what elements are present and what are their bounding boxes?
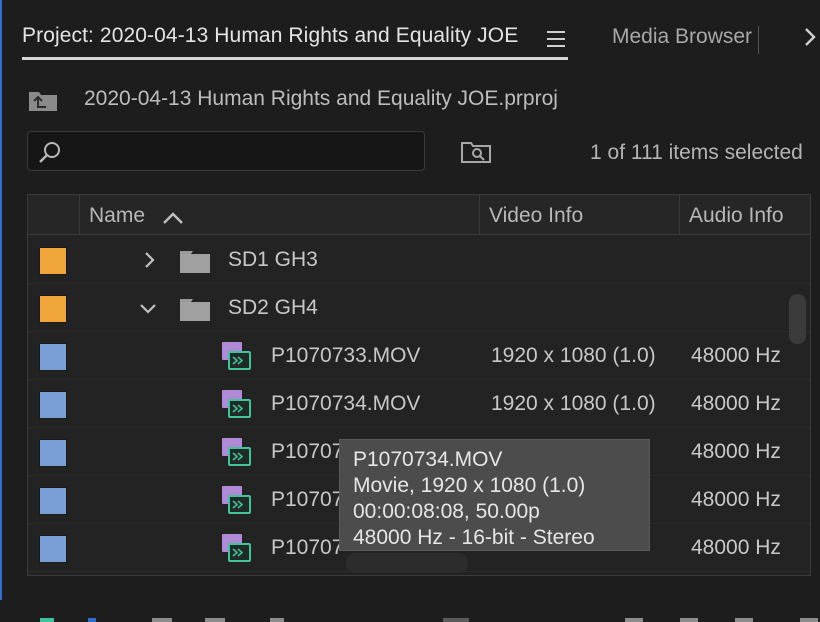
horizontal-scrollbar-thumb[interactable] [346, 553, 468, 573]
audio-info: 48000 Hz [691, 536, 781, 559]
movie-clip-icon [220, 484, 252, 516]
video-info: 1920 x 1080 (1.0) [491, 392, 656, 415]
video-info: 1920 x 1080 (1.0) [491, 344, 656, 367]
list-item[interactable]: SD2 GH4 [28, 284, 810, 332]
label-color-swatch[interactable] [39, 247, 67, 275]
vertical-scrollbar-thumb[interactable] [789, 294, 806, 344]
hamburger-menu-icon[interactable] [547, 31, 565, 47]
clip-tooltip: P1070734.MOV Movie, 1920 x 1080 (1.0) 00… [339, 439, 650, 551]
toolbar-button[interactable] [270, 618, 284, 622]
list-item[interactable]: P1070734.MOV 1920 x 1080 (1.0) 48000 Hz [28, 380, 810, 428]
audio-info: 48000 Hz [691, 344, 781, 367]
folder-icon [180, 299, 210, 321]
movie-clip-icon [220, 436, 252, 468]
tab-media-browser[interactable]: Media Browser [612, 25, 752, 49]
header-divider[interactable] [479, 195, 480, 235]
toolbar-button[interactable] [800, 618, 818, 622]
clip-name: P10707 [271, 440, 344, 463]
clip-name: P10707 [271, 536, 344, 559]
header-divider[interactable] [79, 195, 80, 235]
folder-icon [180, 251, 210, 273]
project-folder-up-icon[interactable] [28, 88, 58, 112]
tab-divider [758, 26, 759, 54]
project-file-name: 2020-04-13 Human Rights and Equality JOE… [84, 87, 558, 110]
label-color-swatch[interactable] [39, 487, 67, 515]
toolbar-button[interactable] [40, 618, 54, 622]
bottom-toolbar [0, 600, 820, 622]
toolbar-button[interactable] [88, 618, 96, 622]
tab-project[interactable]: Project: 2020-04-13 Human Rights and Equ… [22, 24, 518, 54]
list-item[interactable]: SD1 GH3 [28, 236, 810, 284]
audio-info: 48000 Hz [691, 392, 781, 415]
tooltip-audio-format: 48000 Hz - 16-bit - Stereo [353, 526, 595, 549]
toolbar-button[interactable] [205, 618, 225, 622]
list-item[interactable]: P1070733.MOV 1920 x 1080 (1.0) 48000 Hz [28, 332, 810, 380]
column-header-name[interactable]: Name [89, 204, 145, 228]
label-color-swatch[interactable] [39, 391, 67, 419]
label-color-swatch[interactable] [39, 439, 67, 467]
selection-count: 1 of 111 items selected [590, 141, 803, 164]
audio-info: 48000 Hz [691, 488, 781, 511]
find-bin-icon[interactable] [460, 138, 492, 164]
panel-focus-edge [0, 0, 2, 622]
column-header-audio-info[interactable]: Audio Info [689, 204, 784, 228]
column-header-video-info[interactable]: Video Info [489, 204, 583, 228]
tooltip-duration: 00:00:08:08, 50.00p [353, 500, 540, 523]
clip-name: P1070733.MOV [271, 344, 421, 367]
bin-label: SD2 GH4 [228, 296, 318, 319]
clip-name: P1070734.MOV [271, 392, 421, 415]
toolbar-button[interactable] [735, 618, 753, 622]
toolbar-button[interactable] [680, 618, 698, 622]
header-divider[interactable] [679, 195, 680, 235]
search-icon [38, 140, 62, 164]
chevron-down-icon[interactable] [138, 299, 158, 322]
movie-clip-icon [220, 532, 252, 564]
audio-info: 48000 Hz [691, 440, 781, 463]
label-color-swatch[interactable] [39, 343, 67, 371]
active-tab-underline [22, 57, 568, 60]
sort-ascending-icon[interactable] [162, 211, 184, 225]
toolbar-button[interactable] [152, 618, 172, 622]
list-header: Name Video Info Audio Info [28, 195, 810, 235]
clip-name: P10707 [271, 488, 344, 511]
bin-label: SD1 GH3 [228, 248, 318, 271]
tooltip-video-format: Movie, 1920 x 1080 (1.0) [353, 474, 586, 497]
toolbar-button[interactable] [443, 618, 469, 622]
label-color-swatch[interactable] [39, 295, 67, 323]
movie-clip-icon [220, 340, 252, 372]
chevron-right-icon[interactable] [803, 26, 817, 54]
movie-clip-icon [220, 388, 252, 420]
tab-project-label: Project: 2020-04-13 Human Rights and Equ… [22, 24, 519, 47]
tooltip-clip-name: P1070734.MOV [353, 448, 503, 471]
label-color-swatch[interactable] [39, 535, 67, 563]
chevron-right-icon[interactable] [143, 250, 157, 276]
toolbar-button[interactable] [625, 618, 643, 622]
search-input[interactable] [27, 131, 425, 171]
